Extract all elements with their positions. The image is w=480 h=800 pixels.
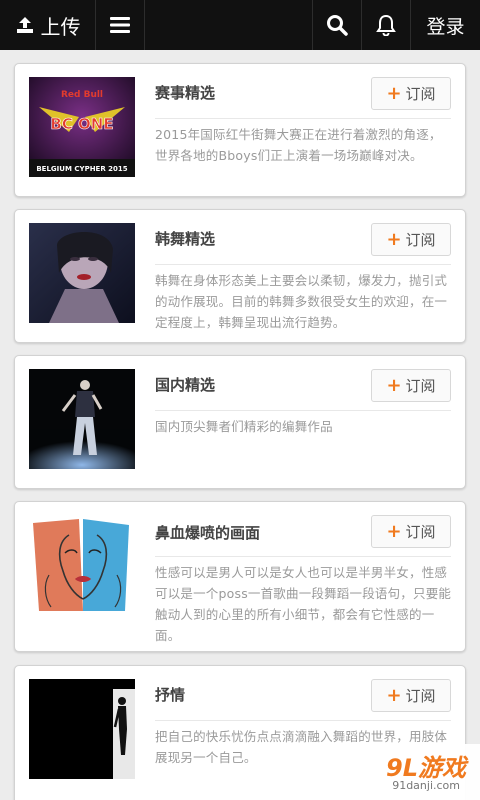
subscribe-label: 订阅 (405, 231, 436, 249)
channel-title: 抒情 (155, 686, 186, 704)
watermark-url: 91danji.com (392, 779, 460, 792)
top-bar: 上传 登录 (0, 0, 480, 50)
channel-description: 性感可以是男人可以是女人也可以是半男半女，性感可以是一个poss一首歌曲一段舞蹈… (155, 565, 452, 643)
watermark: 9L游戏 91danji.com (300, 744, 480, 800)
subscribe-label: 订阅 (405, 85, 436, 103)
search-button[interactable] (313, 0, 362, 50)
channel-thumbnail (29, 369, 135, 469)
channel-description: 国内顶尖舞者们精彩的编舞作品 (155, 419, 333, 434)
channel-title: 国内精选 (155, 376, 216, 394)
plus-icon: + (386, 520, 402, 542)
subscribe-button[interactable]: + 订阅 (371, 369, 451, 402)
plus-icon: + (386, 228, 402, 250)
divider (155, 556, 451, 557)
upload-button[interactable]: 上传 (0, 0, 96, 50)
search-icon (326, 14, 348, 36)
divider (155, 720, 451, 721)
login-button[interactable]: 登录 (411, 0, 480, 50)
channel-thumbnail (29, 679, 135, 779)
channel-title: 鼻血爆喷的画面 (155, 524, 261, 542)
upload-label: 上传 (40, 14, 81, 39)
subscribe-label: 订阅 (405, 377, 436, 395)
notification-button[interactable] (362, 0, 411, 50)
channel-card-4[interactable]: 鼻血爆喷的画面 + 订阅 性感可以是男人可以是女人也可以是半男半女，性感可以是一… (14, 501, 466, 652)
channel-title: 韩舞精选 (155, 230, 216, 248)
channel-card-2[interactable]: 韩舞精选 + 订阅 韩舞在身体形态美上主要会以柔韧，爆发力，抛引式的动作展现。目… (14, 209, 466, 343)
channel-title: 赛事精选 (155, 84, 216, 102)
plus-icon: + (386, 82, 402, 104)
plus-icon: + (386, 684, 402, 706)
menu-button[interactable] (96, 0, 145, 50)
channel-card-1[interactable]: Red Bull BC ONE BELGIUM CYPHER 2015 赛事精选… (14, 63, 466, 197)
channel-thumbnail (29, 223, 135, 323)
bell-icon (376, 14, 396, 36)
subscribe-button[interactable]: + 订阅 (371, 679, 451, 712)
menu-icon (110, 16, 130, 34)
upload-icon (15, 15, 35, 35)
watermark-logo: 9L游戏 (386, 754, 466, 782)
svg-text:BELGIUM CYPHER 2015: BELGIUM CYPHER 2015 (36, 165, 127, 173)
channel-thumbnail: Red Bull BC ONE BELGIUM CYPHER 2015 (29, 77, 135, 177)
divider (155, 118, 451, 119)
topbar-spacer (145, 0, 313, 50)
divider (155, 264, 451, 265)
divider (155, 410, 451, 411)
subscribe-button[interactable]: + 订阅 (371, 515, 451, 548)
subscribe-label: 订阅 (405, 687, 436, 705)
svg-text:BC ONE: BC ONE (50, 115, 113, 133)
channel-card-3[interactable]: 国内精选 + 订阅 国内顶尖舞者们精彩的编舞作品 (14, 355, 466, 489)
subscribe-button[interactable]: + 订阅 (371, 77, 451, 110)
channel-thumbnail (29, 515, 135, 615)
subscribe-label: 订阅 (405, 523, 436, 541)
channel-list: Red Bull BC ONE BELGIUM CYPHER 2015 赛事精选… (0, 50, 480, 800)
channel-description: 2015年国际红牛街舞大赛正在进行着激烈的角逐，世界各地的Bboys们正上演着一… (155, 127, 442, 163)
subscribe-button[interactable]: + 订阅 (371, 223, 451, 256)
plus-icon: + (386, 374, 402, 396)
svg-text:Red Bull: Red Bull (61, 90, 103, 100)
channel-description: 韩舞在身体形态美上主要会以柔韧，爆发力，抛引式的动作展现。目前的韩舞多数很受女生… (155, 273, 448, 330)
